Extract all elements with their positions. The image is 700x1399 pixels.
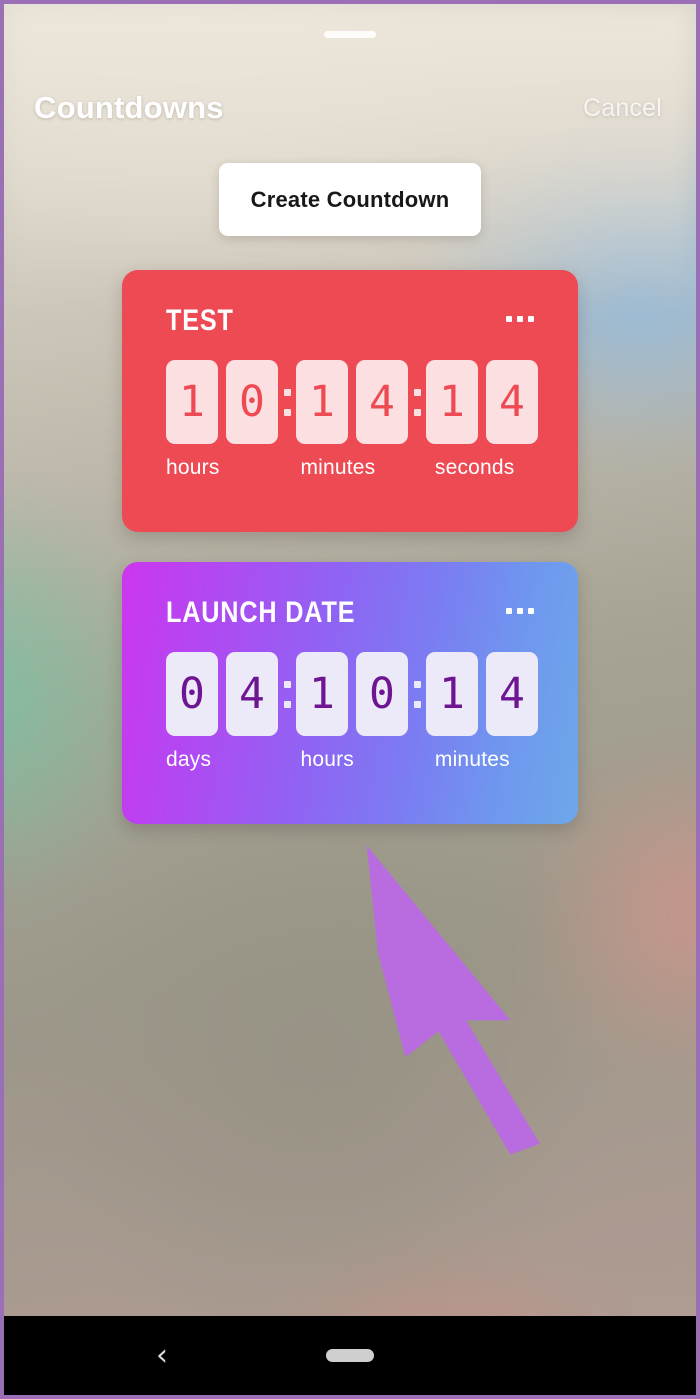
unit-label: seconds: [434, 456, 515, 479]
home-pill-icon[interactable]: [326, 1349, 374, 1362]
digit-tile: 4: [486, 360, 538, 444]
unit-label: days: [166, 748, 212, 771]
digit-tile: 1: [426, 652, 478, 736]
digit-tile: 1: [166, 360, 218, 444]
digit-tile: 4: [356, 360, 408, 444]
digit-tile: 4: [226, 652, 278, 736]
colon-separator-icon: [408, 652, 426, 736]
digit-tile: 1: [296, 360, 348, 444]
digit-group-days: 0 4: [166, 652, 278, 736]
overflow-menu-icon[interactable]: [506, 316, 534, 322]
colon-separator-icon: [278, 360, 296, 444]
digit-tile: 0: [226, 360, 278, 444]
page-title: Countdowns: [34, 90, 224, 125]
card-header: TEST: [166, 304, 538, 344]
unit-label: hours: [300, 748, 354, 771]
phone-screenshot: Countdowns Cancel Create Countdown TEST …: [0, 0, 700, 1399]
countdown-title: TEST: [166, 304, 234, 337]
unit-label: minutes: [434, 748, 510, 771]
cancel-button[interactable]: Cancel: [583, 94, 662, 123]
annotation-arrow-icon: [366, 845, 540, 1155]
digit-tile: 0: [166, 652, 218, 736]
digit-tile: 1: [296, 652, 348, 736]
countdown-card-test[interactable]: TEST 1 0 1 4 1 4 hours minutes seconds: [122, 270, 578, 532]
digit-tile: 0: [356, 652, 408, 736]
unit-label: minutes: [300, 456, 376, 479]
digit-group-hours: 1 0: [166, 360, 278, 444]
countdown-digits: 1 0 1 4 1 4: [166, 360, 538, 444]
countdown-digits: 0 4 1 0 1 4: [166, 652, 538, 736]
digit-group-minutes: 1 4: [296, 360, 408, 444]
sheet-header: Countdowns Cancel: [4, 82, 696, 134]
digit-group-minutes: 1 4: [426, 652, 538, 736]
colon-separator-icon: [278, 652, 296, 736]
colon-separator-icon: [408, 360, 426, 444]
card-header: LAUNCH DATE: [166, 596, 538, 636]
sheet-drag-handle[interactable]: [324, 31, 376, 38]
create-countdown-label: Create Countdown: [250, 186, 450, 212]
android-navigation-bar: ‹: [4, 1316, 696, 1395]
create-countdown-button[interactable]: Create Countdown: [219, 163, 481, 236]
digit-tile: 1: [426, 360, 478, 444]
digit-group-seconds: 1 4: [426, 360, 538, 444]
back-chevron-icon[interactable]: ‹: [156, 1340, 168, 1371]
countdown-unit-labels: days hours minutes: [166, 748, 538, 772]
overflow-menu-icon[interactable]: [506, 608, 534, 614]
digit-group-hours: 1 0: [296, 652, 408, 736]
countdown-title: LAUNCH DATE: [166, 596, 356, 629]
digit-tile: 4: [486, 652, 538, 736]
countdown-card-launch-date[interactable]: LAUNCH DATE 0 4 1 0 1 4 days hours minut…: [122, 562, 578, 824]
countdown-unit-labels: hours minutes seconds: [166, 456, 538, 480]
unit-label: hours: [166, 456, 220, 479]
sheet-background-wash: [4, 4, 696, 304]
